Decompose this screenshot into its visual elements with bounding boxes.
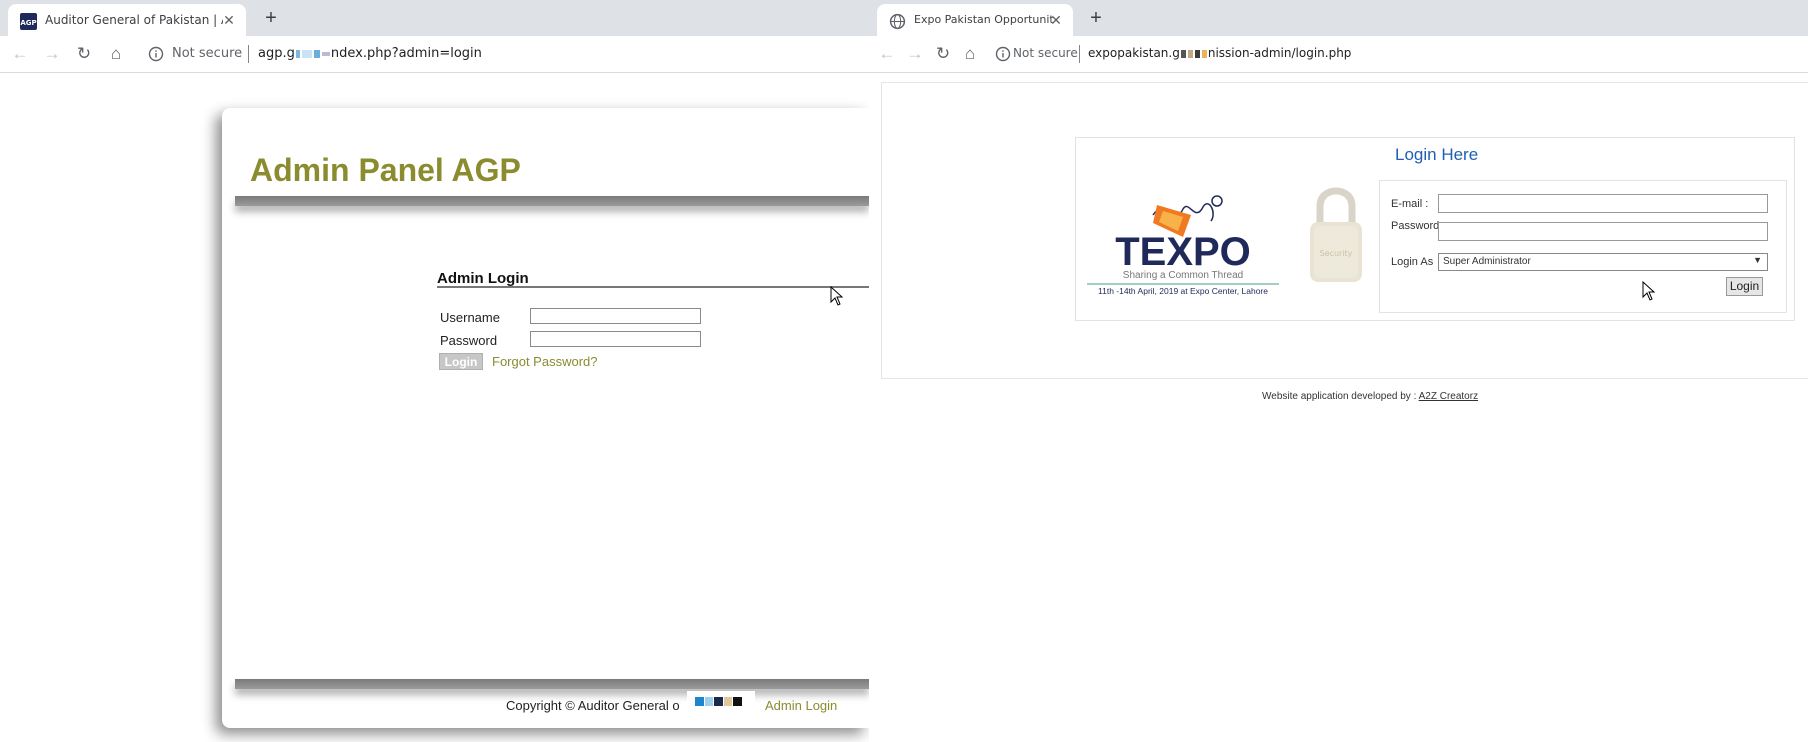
close-tab-icon[interactable]: ✕ [220, 11, 238, 29]
svg-text:Security: Security [1320, 249, 1353, 258]
mouse-cursor-icon [830, 286, 844, 306]
security-label: Not secure [172, 46, 243, 61]
password-label: Password [1391, 220, 1440, 232]
agp-admin-page: Admin Panel AGP Admin Login Username Pas… [222, 108, 869, 728]
url-text: agp.g ndex.php?admin=login [258, 46, 482, 61]
close-tab-icon[interactable]: ✕ [1047, 11, 1065, 29]
back-arrow-icon[interactable]: ← [8, 42, 32, 66]
developer-link[interactable]: A2Z Creatorz [1419, 391, 1478, 402]
tab-strip: Expo Pakistan Opportunities Unli ✕ + [869, 0, 1808, 36]
footer-copyright: Copyright © Auditor General o [506, 698, 680, 713]
tab-expo[interactable]: Expo Pakistan Opportunities Unli ✕ [877, 4, 1073, 36]
texpo-logo: TEXPO Sharing a Common Thread 11th -14th… [1087, 195, 1279, 296]
reload-icon[interactable]: ↻ [931, 42, 955, 66]
login-button[interactable]: Login [439, 353, 483, 370]
developer-credit: Website application developed by : A2Z C… [1262, 391, 1479, 402]
username-label: Username [440, 310, 500, 325]
agp-favicon-icon: AGP [20, 13, 37, 30]
forward-arrow-icon[interactable]: → [40, 42, 64, 66]
security-label: Not secure [1013, 46, 1078, 60]
header-divider-bar [235, 196, 869, 206]
svg-text:TEXPO: TEXPO [1115, 230, 1251, 274]
home-icon[interactable]: ⌂ [104, 42, 128, 66]
browser-toolbar: ← → ↻ ⌂ Not secure expopakistan.g nission… [869, 36, 1808, 73]
tab-title: Expo Pakistan Opportunities Unli [914, 13, 1054, 26]
forgot-password-link[interactable]: Forgot Password? [492, 354, 598, 369]
svg-text:Sharing a Common Thread: Sharing a Common Thread [1123, 270, 1243, 281]
email-label: E-mail : [1391, 198, 1429, 210]
url-text: expopakistan.g nission-admin/login.php [1088, 46, 1352, 60]
info-icon [995, 46, 1011, 62]
login-as-select[interactable]: Super Administrator ▼ [1438, 253, 1768, 271]
email-input[interactable] [1438, 194, 1768, 213]
login-heading: Login Here [1395, 145, 1479, 164]
page-title: Admin Panel AGP [250, 152, 521, 188]
browser-window-agp: AGP Auditor General of Pakistan | AGP ✕ … [0, 0, 869, 742]
tab-agp[interactable]: AGP Auditor General of Pakistan | AGP ✕ [8, 4, 246, 36]
footer-admin-login-link[interactable]: Admin Login [765, 698, 837, 713]
browser-window-expo: Expo Pakistan Opportunities Unli ✕ + ← →… [869, 0, 1808, 742]
svg-text:AGP: AGP [20, 19, 36, 27]
redacted-block [687, 691, 755, 715]
login-heading-rule [437, 286, 869, 288]
login-button[interactable]: Login [1726, 277, 1763, 296]
new-tab-icon[interactable]: + [1083, 6, 1109, 32]
home-icon[interactable]: ⌂ [958, 42, 982, 66]
globe-icon [889, 13, 906, 30]
new-tab-icon[interactable]: + [258, 6, 284, 32]
dropdown-arrow-icon: ▼ [1753, 255, 1762, 265]
login-as-label: Login As [1391, 256, 1434, 268]
address-bar[interactable]: Not secure expopakistan.g nission-admin/l… [987, 41, 1792, 67]
footer-divider-bar [235, 679, 869, 689]
login-heading: Admin Login [437, 270, 529, 287]
omnibox-divider [1079, 45, 1080, 63]
username-input[interactable] [530, 308, 701, 324]
password-input[interactable] [1438, 222, 1768, 241]
info-icon [148, 46, 164, 62]
tab-title: Auditor General of Pakistan | AGP [45, 13, 223, 27]
svg-text:11th -14th April, 2019 at Expo: 11th -14th April, 2019 at Expo Center, L… [1098, 286, 1268, 296]
mouse-cursor-icon [1642, 281, 1656, 301]
forward-arrow-icon[interactable]: → [903, 42, 927, 66]
password-input[interactable] [530, 331, 701, 347]
password-label: Password [440, 333, 498, 348]
login-as-value: Super Administrator [1443, 256, 1531, 267]
omnibox-divider [248, 45, 249, 63]
reload-icon[interactable]: ↻ [72, 42, 96, 66]
tab-strip: AGP Auditor General of Pakistan | AGP ✕ … [0, 0, 869, 36]
address-bar[interactable]: Not secure agp.g ndex.php?admin=login [140, 41, 853, 67]
browser-toolbar: ← → ↻ ⌂ Not secure agp.g ndex.php?admin=l… [0, 36, 869, 73]
back-arrow-icon[interactable]: ← [875, 42, 899, 66]
padlock-icon: Security [1310, 187, 1362, 282]
